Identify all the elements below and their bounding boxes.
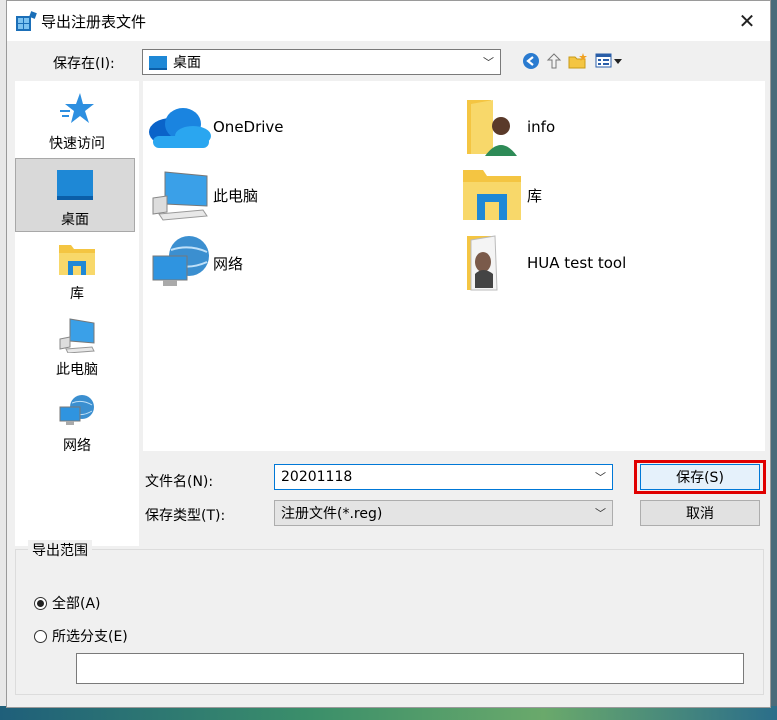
chevron-down-icon: ﹀ [595,507,606,520]
registry-editor-icon [16,11,37,31]
desktop-icon [57,170,93,200]
filetype-label: 保存类型(T): [145,508,226,524]
cancel-button-label: 取消 [686,506,714,522]
file-name: info [527,118,556,136]
dialog-title: 导出注册表文件 [41,13,147,31]
file-name: 库 [527,186,543,205]
file-name: 网络 [213,254,244,273]
radio-circle [34,629,47,643]
filename-combo[interactable]: 20201118 ﹀ [274,464,613,490]
network-icon [152,236,209,286]
network-icon [59,395,94,425]
close-button[interactable]: ✕ [724,1,770,41]
view-list-icon [595,53,622,68]
sidebar-item-quick-access[interactable]: 快速访问 [15,91,139,153]
computer-icon [59,318,95,354]
view-menu-button[interactable] [594,51,624,71]
star-icon [60,93,94,123]
filename-input[interactable]: 20201118 [281,469,352,485]
file-item-hua-test-tool[interactable]: HUA test tool [461,234,626,292]
save-in-label: 保存在(I): [53,56,115,72]
chevron-down-icon: ﹀ [595,471,606,484]
file-item-library[interactable]: 库 [461,166,542,224]
user-folder-icon [467,100,517,156]
desktop-background [0,706,777,720]
sidebar-item-this-pc[interactable]: 此电脑 [15,317,139,379]
sidebar-item-desktop[interactable]: 桌面 [15,158,135,232]
filename-label: 文件名(N): [145,474,214,490]
library-folder-icon [59,245,95,275]
chevron-down-icon: ﹀ [483,56,494,69]
export-range-title: 导出范围 [28,540,92,560]
image-folder-icon [467,235,498,291]
filetype-combo[interactable]: 注册文件(*.reg) ﹀ [274,500,613,526]
desktop-small-icon [149,56,167,70]
new-folder-icon [568,53,587,69]
up-folder-icon [546,53,562,69]
file-item-info[interactable]: info [461,98,555,156]
up-one-level-button[interactable] [544,51,564,71]
close-icon: ✕ [738,9,756,33]
file-name: 此电脑 [213,186,259,205]
radio-circle-selected [34,596,47,610]
save-in-combo[interactable]: 桌面 ﹀ [142,49,501,75]
filetype-value: 注册文件(*.reg) [281,506,383,522]
file-name: OneDrive [213,118,284,136]
back-arrow-icon [523,53,539,69]
file-item-this-pc[interactable]: 此电脑 [147,166,258,224]
sidebar-item-label: 此电脑 [56,362,98,378]
highlight-box [634,460,766,494]
back-button[interactable] [521,51,541,71]
save-in-value: 桌面 [173,55,201,71]
library-folder-icon [463,170,521,220]
radio-all[interactable]: 全部(A) [34,593,101,613]
places-bar: 快速访问 桌面 库 此电脑 网络 [15,81,139,546]
file-list-pane: OneDrive info 此电脑 库 网络 HUA test tool [143,81,765,451]
file-item-network[interactable]: 网络 [147,234,243,292]
sidebar-item-label: 桌面 [61,212,89,228]
computer-icon [152,171,208,221]
branch-path-input[interactable] [76,653,744,684]
export-range-group: 导出范围 全部(A) 所选分支(E) [15,540,764,695]
sidebar-item-library[interactable]: 库 [15,241,139,303]
file-item-onedrive[interactable]: OneDrive [147,98,284,156]
radio-selected-branch-label: 所选分支(E) [52,629,128,645]
new-folder-button[interactable] [568,51,588,71]
title-bar: 导出注册表文件 ✕ [7,1,770,41]
sidebar-item-label: 网络 [63,438,91,454]
cancel-button[interactable]: 取消 [640,500,760,526]
onedrive-cloud-icon [149,108,211,148]
file-name: HUA test tool [527,254,627,272]
sidebar-item-label: 快速访问 [49,136,105,152]
sidebar-item-label: 库 [70,286,84,302]
export-registry-dialog: 导出注册表文件 ✕ 保存在(I): 桌面 ﹀ 快速访问 桌面 库 此电脑 网络 … [6,0,771,708]
radio-selected-branch[interactable]: 所选分支(E) [34,626,128,646]
radio-all-label: 全部(A) [52,596,101,612]
sidebar-item-network[interactable]: 网络 [15,393,139,455]
